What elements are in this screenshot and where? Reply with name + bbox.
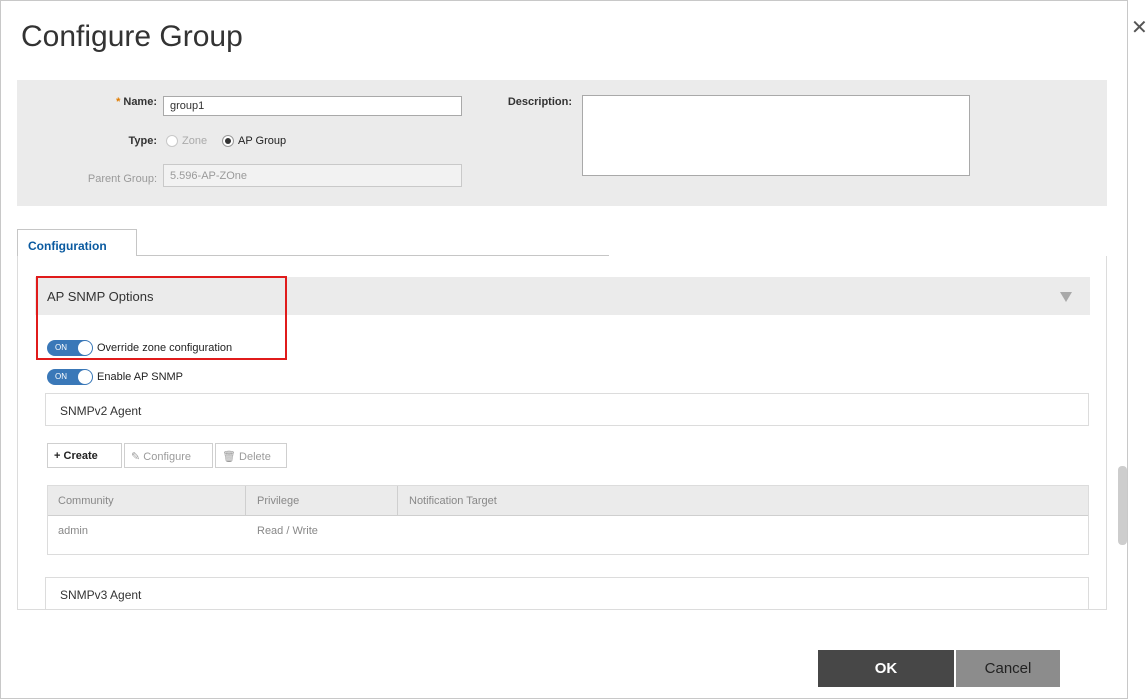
parent-group-input <box>163 164 462 187</box>
cell-privilege: Read / Write <box>257 525 318 537</box>
enable-ap-snmp-toggle[interactable]: ON <box>47 369 93 385</box>
pencil-icon: ✎ <box>131 451 141 463</box>
toggle-knob <box>78 370 92 384</box>
column-community[interactable]: Community <box>58 495 114 507</box>
configure-button[interactable]: ✎ Configure <box>124 443 213 468</box>
snmpv3-title: SNMPv3 Agent <box>60 588 142 602</box>
vertical-scrollbar[interactable] <box>1118 466 1127 545</box>
ok-button[interactable]: OK <box>818 650 954 687</box>
description-label: Description: <box>507 96 572 108</box>
tab-configuration[interactable]: Configuration <box>17 229 137 256</box>
dialog-title: Configure Group <box>21 20 243 53</box>
enable-ap-snmp-label: Enable AP SNMP <box>97 371 184 383</box>
plus-icon: + <box>54 450 61 462</box>
column-privilege[interactable]: Privilege <box>257 495 299 507</box>
type-radio-zone[interactable] <box>166 135 178 147</box>
table-header: Community Privilege Notification Target <box>48 486 1088 516</box>
cell-community: admin <box>58 525 88 537</box>
delete-button[interactable]: 🗑 Delete <box>215 443 287 468</box>
type-zone-label: Zone <box>182 135 208 147</box>
type-radio-ap-group[interactable] <box>222 135 234 147</box>
type-label: Type: <box>128 135 157 147</box>
column-notification-target[interactable]: Notification Target <box>409 495 497 507</box>
trash-icon: 🗑 <box>222 451 236 463</box>
snmpv3-agent-header: SNMPv3 Agent <box>45 577 1089 610</box>
triangle-down-icon[interactable] <box>1060 292 1072 302</box>
name-label: * Name: <box>116 96 157 108</box>
column-divider <box>397 486 398 516</box>
parent-group-label: Parent Group: <box>87 173 157 185</box>
description-textarea[interactable] <box>582 95 970 176</box>
name-input[interactable] <box>163 96 462 116</box>
column-divider <box>245 486 246 516</box>
group-details-panel: *Name: Type: Zone AP Group Parent Group:… <box>17 80 1107 206</box>
highlight-box <box>36 276 287 360</box>
create-button[interactable]: + Create <box>47 443 122 468</box>
snmpv2-table: Community Privilege Notification Target … <box>47 485 1089 555</box>
cancel-button[interactable]: Cancel <box>956 650 1060 687</box>
snmpv2-agent-header: SNMPv2 Agent <box>45 393 1089 426</box>
toggle-state-text: ON <box>55 372 67 381</box>
snmpv2-title: SNMPv2 Agent <box>60 404 142 418</box>
close-icon[interactable]: ✕ <box>1131 18 1147 38</box>
type-ap-group-label: AP Group <box>238 135 287 147</box>
